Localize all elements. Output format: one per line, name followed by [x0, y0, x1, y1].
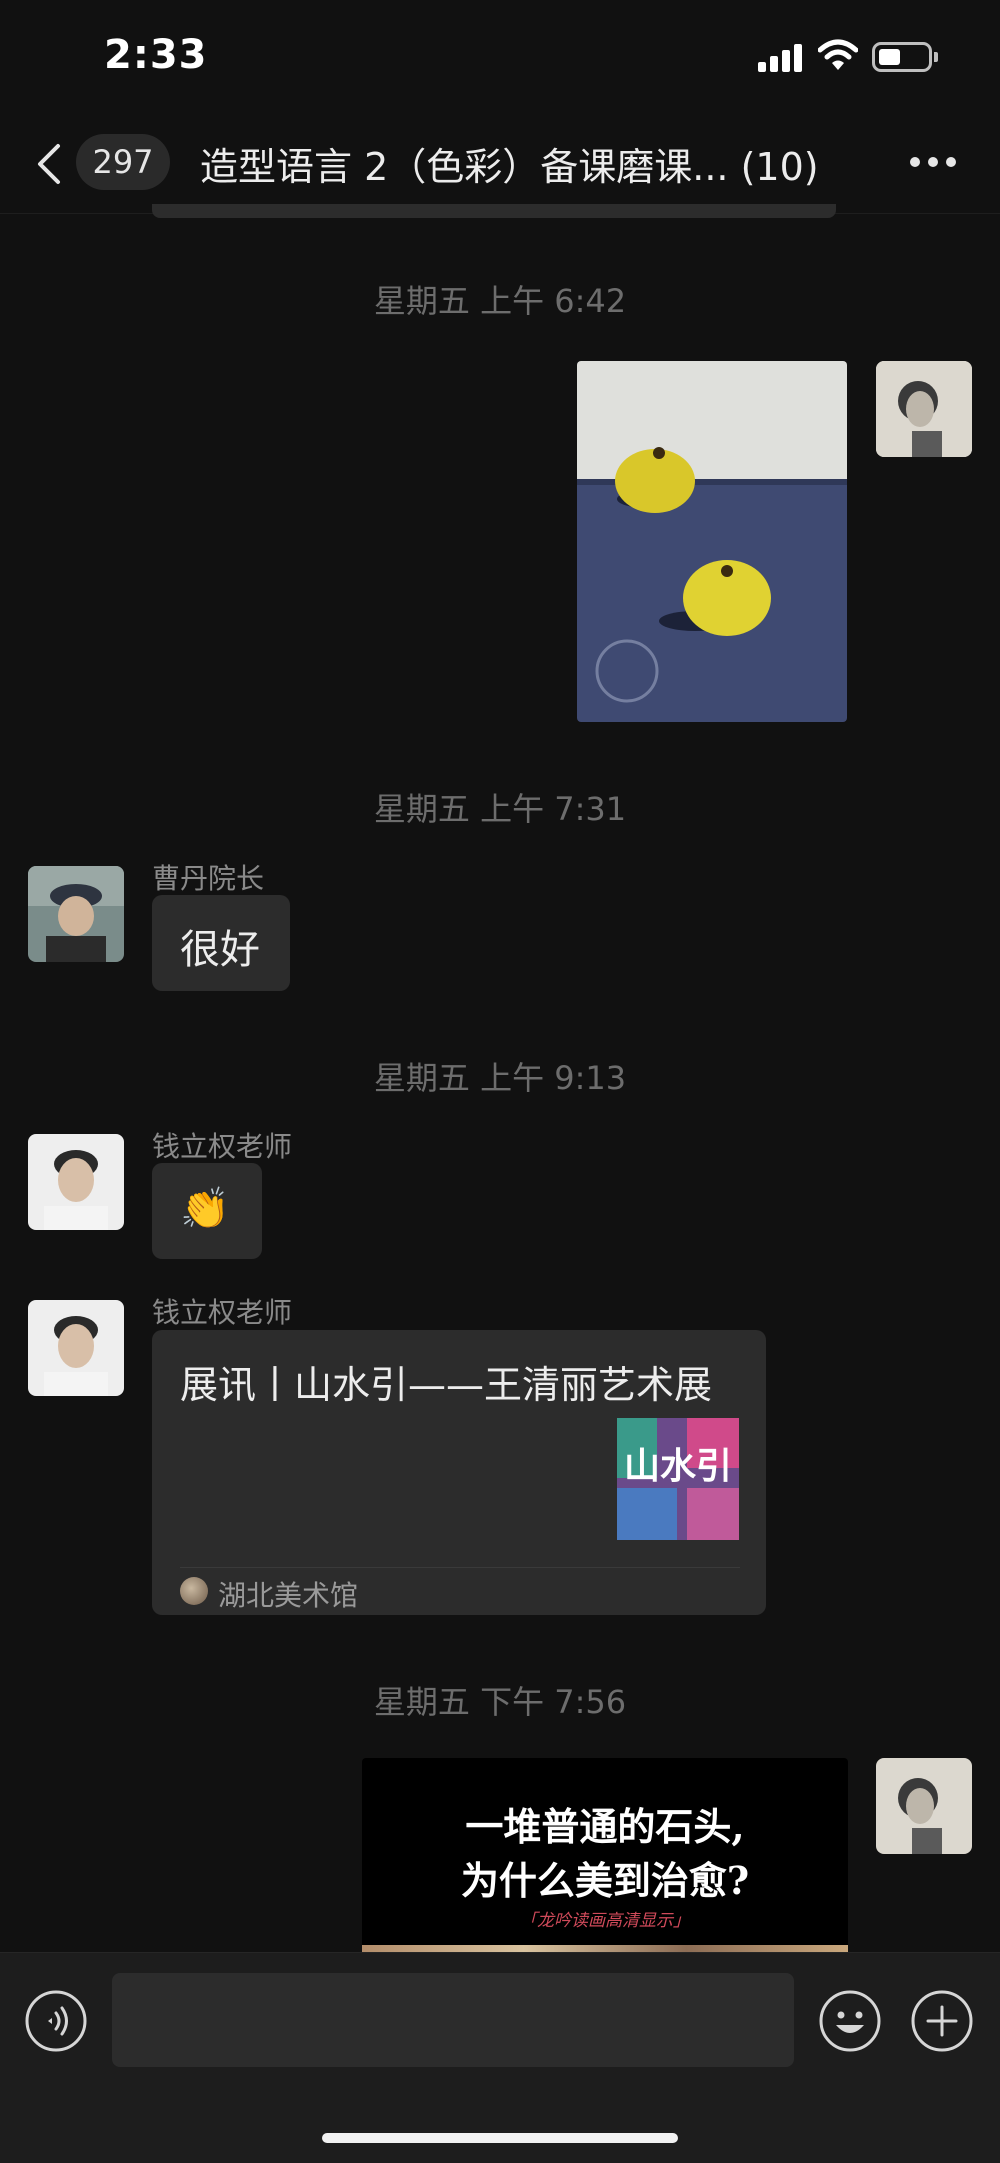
message-timestamp: 星期五 下午 7:56: [373, 1683, 627, 1721]
message-input-bar: [0, 1952, 1000, 2163]
poster-headline-1: 一堆普通的石头,: [465, 1804, 745, 1849]
article-title: 展讯丨山水引——王清丽艺术展: [180, 1363, 713, 1407]
status-time: 2:33: [104, 32, 208, 78]
poster-headline-2: 为什么美到治愈?: [460, 1858, 750, 1903]
source-logo-icon: [180, 1577, 208, 1605]
shared-article-card[interactable]: 展讯丨山水引——王清丽艺术展 山水引 湖北美术馆: [152, 1330, 766, 1615]
card-divider: [180, 1567, 740, 1568]
sender-name: 钱立权老师: [152, 1130, 293, 1163]
chat-title: 造型语言 2（色彩）备课磨课... (10): [200, 136, 850, 191]
group-name: 造型语言 2（色彩）备课磨课...: [200, 145, 729, 189]
plus-icon[interactable]: [910, 1989, 974, 2053]
status-bar: 2:33: [0, 0, 1000, 110]
clap-emoji: 👏: [180, 1186, 230, 1232]
article-thumbnail: 山水引: [617, 1418, 739, 1540]
back-icon[interactable]: [32, 142, 68, 186]
my-avatar[interactable]: [876, 361, 972, 457]
sender-name: 曹丹院长: [152, 862, 265, 895]
member-count: (10): [740, 145, 819, 189]
signal-icon: [758, 42, 804, 72]
message-input[interactable]: [112, 1973, 794, 2067]
sender-avatar[interactable]: [28, 1134, 124, 1230]
previous-message-edge: [152, 204, 836, 218]
message-timestamp: 星期五 上午 7:31: [373, 790, 627, 828]
sender-name: 钱立权老师: [152, 1296, 293, 1329]
home-indicator: [322, 2133, 678, 2143]
emoji-icon[interactable]: [818, 1989, 882, 2053]
article-poster-image[interactable]: 一堆普通的石头, 为什么美到治愈? 「龙吟读画高清显示」: [362, 1758, 848, 1953]
unread-count-badge[interactable]: 297: [76, 134, 170, 190]
message-bubble[interactable]: 很好: [152, 895, 290, 991]
battery-cap: [934, 52, 938, 62]
message-timestamp: 星期五 上午 9:13: [373, 1059, 627, 1097]
voice-input-icon[interactable]: [24, 1989, 88, 2053]
battery-icon: [872, 42, 932, 72]
more-icon[interactable]: [910, 154, 958, 170]
battery-level: [879, 49, 900, 65]
my-avatar[interactable]: [876, 1758, 972, 1854]
poster-subtitle: 「龙吟读画高清显示」: [520, 1911, 690, 1931]
still-life-painting-image[interactable]: [577, 361, 847, 722]
message-text: 很好: [180, 927, 260, 973]
wifi-icon: [818, 39, 858, 70]
chat-nav-bar: 297 造型语言 2（色彩）备课磨课... (10): [0, 110, 1000, 214]
sender-avatar[interactable]: [28, 1300, 124, 1396]
sender-avatar[interactable]: [28, 866, 124, 962]
article-source: 湖北美术馆: [218, 1579, 359, 1612]
article-thumbnail-text: 山水引: [624, 1446, 732, 1487]
message-bubble[interactable]: 👏: [152, 1163, 262, 1259]
message-timestamp: 星期五 上午 6:42: [373, 282, 627, 320]
